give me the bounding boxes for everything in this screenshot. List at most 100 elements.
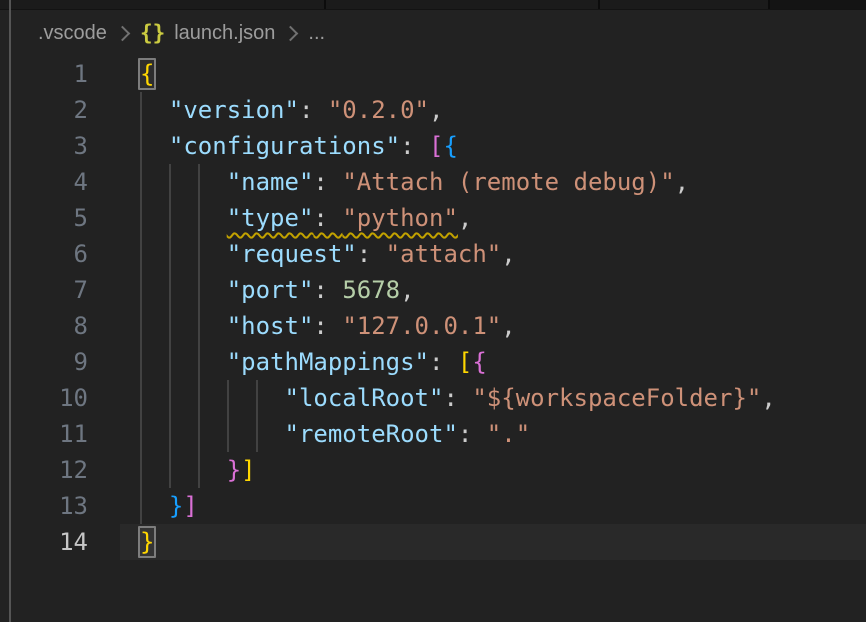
code-content: }] [140,452,256,488]
line-number[interactable]: 1 [0,56,88,92]
token-b1: ] [241,456,255,484]
token-ws [140,240,227,268]
token-ws [140,492,169,520]
token-str: "${workspaceFolder}" [472,384,761,412]
line-number[interactable]: 7 [0,272,88,308]
line-number[interactable]: 10 [0,380,88,416]
breadcrumb: .vscode {} launch.json ... [10,10,866,56]
line-number[interactable]: 8 [0,308,88,344]
token-b1: [ [458,348,472,376]
code-line-2[interactable]: 2 "version": "0.2.0", [0,92,866,128]
token-b1m: } [138,526,156,558]
tab-bar-strip[interactable] [0,0,866,10]
token-key: "pathMappings" [227,348,429,376]
token-str: "Attach (remote debug)" [342,168,674,196]
code-line-5[interactable]: 5 "type": "python", [0,200,866,236]
code-content: "remoteRoot": "." [140,416,530,452]
tab-bar-empty-space [770,0,866,9]
token-key: "port" [227,276,314,304]
breadcrumb-file[interactable]: launch.json [174,22,275,45]
code-line-6[interactable]: 6 "request": "attach", [0,236,866,272]
token-str: "python" [342,204,458,232]
token-punct: : [313,168,342,196]
code-content: "port": 5678, [140,272,415,308]
code-line-9[interactable]: 9 "pathMappings": [{ [0,344,866,380]
token-b1m: { [138,58,156,90]
code-line-8[interactable]: 8 "host": "127.0.0.1", [0,308,866,344]
token-ws [140,456,227,484]
token-ws [140,420,285,448]
token-key: "name" [227,168,314,196]
token-punct: , [458,204,472,232]
token-punct: , [429,96,443,124]
code-line-13[interactable]: 13 }] [0,488,866,524]
token-b2: { [472,348,486,376]
line-number[interactable]: 9 [0,344,88,380]
token-ws [140,348,227,376]
json-file-icon: {} [140,21,165,45]
line-number[interactable]: 12 [0,452,88,488]
token-punct: : [458,420,487,448]
code-line-11[interactable]: 11 "remoteRoot": "." [0,416,866,452]
token-punct: : [357,240,386,268]
token-punct: : [313,204,342,232]
token-str: "attach" [386,240,502,268]
breadcrumb-symbol-more[interactable]: ... [308,22,325,45]
token-str: "127.0.0.1" [342,312,501,340]
token-punct: , [761,384,775,412]
token-ws [140,204,227,232]
chevron-right-icon [115,25,131,41]
line-number[interactable]: 5 [0,200,88,236]
code-content: "name": "Attach (remote debug)", [140,164,689,200]
token-ws [140,132,169,160]
code-line-3[interactable]: 3 "configurations": [{ [0,128,866,164]
line-number[interactable]: 3 [0,128,88,164]
token-key: "remoteRoot" [285,420,458,448]
code-content: "localRoot": "${workspaceFolder}", [140,380,776,416]
token-key: "request" [227,240,357,268]
token-key: "type" [227,204,314,232]
code-line-1[interactable]: 1{ [0,56,866,92]
code-line-14[interactable]: 14} [0,524,866,560]
code-editor[interactable]: 1{2 "version": "0.2.0",3 "configurations… [0,56,866,622]
code-content: "request": "attach", [140,236,516,272]
tab-divider [598,0,600,9]
token-ws [140,312,227,340]
line-number[interactable]: 14 [0,524,88,560]
line-number[interactable]: 4 [0,164,88,200]
line-number[interactable]: 13 [0,488,88,524]
token-punct: : [313,312,342,340]
line-number[interactable]: 6 [0,236,88,272]
vscode-editor-window: .vscode {} launch.json ... 1{2 "version"… [0,0,866,622]
token-ws [140,168,227,196]
token-ws [140,276,227,304]
breadcrumb-folder[interactable]: .vscode [38,22,107,45]
code-content: "configurations": [{ [140,128,458,164]
token-key: "configurations" [169,132,400,160]
warning-squiggle: "type": "python" [227,204,458,232]
token-str: "0.2.0" [328,96,429,124]
code-line-12[interactable]: 12 }] [0,452,866,488]
token-key: "version" [169,96,299,124]
code-content: } [140,524,154,560]
token-punct: , [400,276,414,304]
token-punct: : [400,132,429,160]
code-content: "pathMappings": [{ [140,344,487,380]
line-number[interactable]: 2 [0,92,88,128]
code-line-4[interactable]: 4 "name": "Attach (remote debug)", [0,164,866,200]
token-punct: , [675,168,689,196]
code-content: "host": "127.0.0.1", [140,308,516,344]
line-number[interactable]: 11 [0,416,88,452]
token-ws [140,384,285,412]
editor-group-border [9,0,11,622]
token-punct: , [501,240,515,268]
code-line-7[interactable]: 7 "port": 5678, [0,272,866,308]
token-b2: [ [429,132,443,160]
code-line-10[interactable]: 10 "localRoot": "${workspaceFolder}", [0,380,866,416]
tab-divider [324,0,326,9]
token-punct: : [299,96,328,124]
token-b2: } [227,456,241,484]
code-content: { [140,56,154,92]
token-punct: : [313,276,342,304]
code-content: "type": "python", [140,200,472,236]
